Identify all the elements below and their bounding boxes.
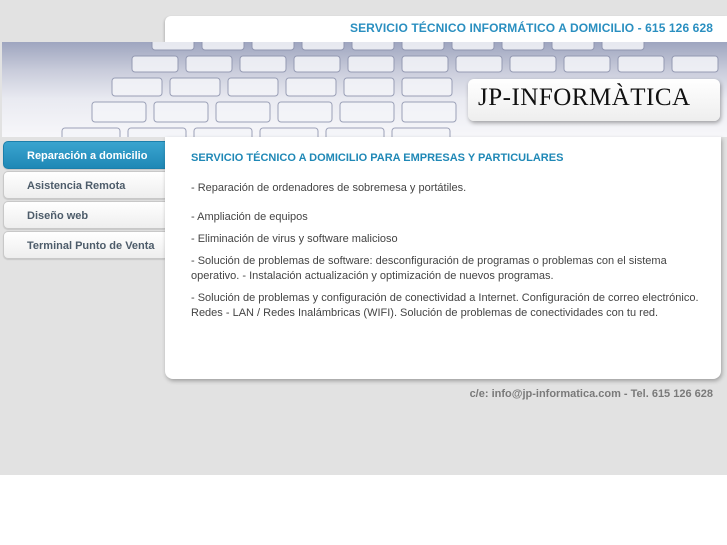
service-item: - Reparación de ordenadores de sobremesa…	[191, 182, 467, 194]
header-banner: JP-INFORMÀTICA	[2, 42, 727, 137]
logo-text: JP-INFORMÀTICA	[478, 84, 691, 111]
top-header-bar: SERVICIO TÉCNICO INFORMÁTICO A DOMICILIO…	[165, 16, 727, 42]
header-title: SERVICIO TÉCNICO INFORMÁTICO A DOMICILIO…	[349, 21, 713, 35]
sidebar-item-terminal-punto-venta[interactable]: Terminal Punto de Venta	[3, 231, 165, 259]
footer-contact: c/e: info@jp-informatica.com - Tel. 615 …	[469, 388, 713, 400]
page-heading: SERVICIO TÉCNICO A DOMICILIO PARA EMPRES…	[191, 152, 564, 164]
service-item: - Eliminación de virus y software malici…	[191, 233, 398, 245]
sidebar-item-reparacion-domicilio[interactable]: Reparación a domicilio	[3, 141, 165, 169]
service-item: - Solución de problemas de software: des…	[191, 255, 667, 282]
sidebar-item-diseno-web[interactable]: Diseño web	[3, 201, 165, 229]
service-item: - Solución de problemas y configuración …	[191, 292, 699, 319]
sidebar-item-asistencia-remota[interactable]: Asistencia Remota	[3, 171, 165, 199]
main-content-panel: SERVICIO TÉCNICO A DOMICILIO PARA EMPRES…	[165, 137, 721, 379]
site-logo[interactable]: JP-INFORMÀTICA	[468, 79, 720, 121]
service-item: - Ampliación de equipos	[191, 211, 308, 223]
sidebar-nav: Reparación a domicilio Asistencia Remota…	[3, 141, 165, 261]
services-list: - Reparación de ordenadores de sobremesa…	[191, 181, 701, 328]
